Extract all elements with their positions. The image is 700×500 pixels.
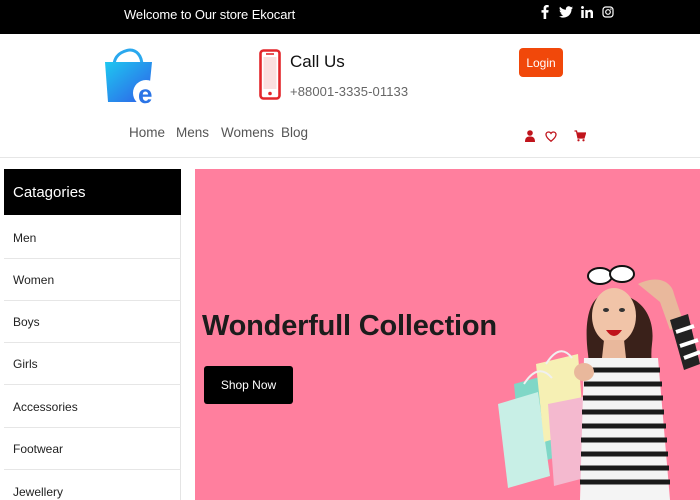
call-us-title: Call Us xyxy=(290,52,345,71)
svg-text:e: e xyxy=(138,79,152,108)
category-item-girls[interactable]: Girls xyxy=(4,343,181,385)
hero-banner: Wonderfull Collection Shop Now xyxy=(195,169,700,500)
shop-now-button[interactable]: Shop Now xyxy=(204,366,293,404)
category-item-men[interactable]: Men xyxy=(4,217,181,259)
login-button[interactable]: Login xyxy=(519,48,563,77)
category-item-boys[interactable]: Boys xyxy=(4,301,181,343)
nav-link-mens[interactable]: Mens xyxy=(176,125,209,140)
call-us-number: +88001-3335-01133 xyxy=(290,84,409,99)
nav-link-home[interactable]: Home xyxy=(129,125,165,140)
instagram-icon[interactable] xyxy=(602,4,614,20)
facebook-icon[interactable] xyxy=(540,4,550,20)
nav-link-blog[interactable]: Blog xyxy=(281,125,308,140)
twitter-icon[interactable] xyxy=(559,4,573,20)
cart-icon[interactable] xyxy=(574,129,586,143)
category-item-jewellery[interactable]: Jewellery xyxy=(4,471,181,500)
header-divider xyxy=(0,157,700,158)
linkedin-icon[interactable] xyxy=(581,4,593,20)
woman-with-shopping-bags-image xyxy=(488,254,700,500)
user-icon[interactable] xyxy=(525,129,535,143)
phone-icon xyxy=(259,49,281,100)
top-bar: Welcome to Our store Ekocart xyxy=(0,0,700,34)
nav-link-womens[interactable]: Womens xyxy=(221,125,274,140)
hero-title: Wonderfull Collection xyxy=(202,310,497,342)
category-item-footwear[interactable]: Footwear xyxy=(4,428,181,470)
categories-title: Catagories xyxy=(4,169,181,215)
category-item-accessories[interactable]: Accessories xyxy=(4,386,181,428)
categories-sidebar: Catagories Men Women Boys Girls Accessor… xyxy=(4,169,181,500)
shopping-bag-icon[interactable]: e xyxy=(102,46,160,109)
welcome-message: Welcome to Our store Ekocart xyxy=(124,7,296,22)
category-item-women[interactable]: Women xyxy=(4,259,181,301)
heart-icon[interactable] xyxy=(545,129,557,143)
